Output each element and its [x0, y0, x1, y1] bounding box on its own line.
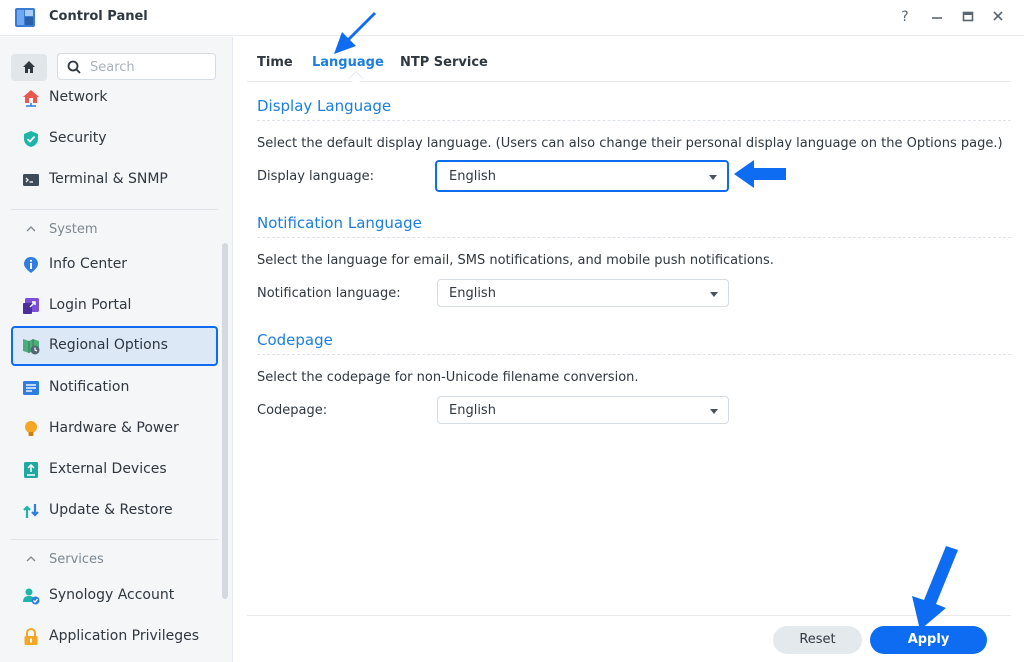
info-icon — [24, 257, 38, 273]
sidebar-item-login-portal[interactable]: Login Portal — [11, 286, 218, 326]
maximize-icon[interactable] — [959, 8, 977, 26]
display-language-label: Display language: — [257, 169, 374, 184]
section-divider — [257, 237, 1011, 238]
sidebar-item-label: Notification — [49, 379, 130, 395]
sidebar-item-synology-account[interactable]: Synology Account — [11, 576, 218, 616]
codepage-select[interactable]: English — [437, 396, 729, 424]
sidebar-item-regional-options[interactable]: Regional Options — [11, 326, 218, 366]
sidebar-item-network[interactable]: Network — [11, 78, 218, 118]
sidebar-item-label: Terminal & SNMP — [49, 171, 168, 187]
codepage-value: English — [449, 403, 496, 418]
section-divider — [257, 354, 1011, 355]
display-language-select[interactable]: English — [435, 160, 729, 192]
sidebar-item-label: Synology Account — [49, 587, 175, 603]
help-icon[interactable]: ? — [896, 8, 914, 26]
sidebar-item-label: Application Privileges — [49, 628, 199, 644]
account-icon — [23, 588, 40, 605]
sidebar: Network Security Terminal & SNMP System … — [0, 37, 233, 662]
annotation-arrow-icon — [912, 546, 958, 630]
sidebar-item-update-restore[interactable]: Update & Restore — [11, 491, 218, 531]
chevron-up-icon — [26, 556, 36, 562]
external-device-icon — [24, 462, 38, 478]
login-portal-icon — [23, 298, 39, 314]
title-bar: Control Panel ? — [0, 0, 1024, 36]
search-field[interactable] — [57, 53, 216, 80]
update-restore-icon — [23, 504, 39, 518]
sidebar-item-label: Security — [49, 130, 107, 146]
chevron-up-icon — [26, 226, 36, 232]
annotation-arrow-icon — [334, 12, 376, 54]
notification-icon — [23, 381, 39, 395]
dropdown-caret-icon — [710, 292, 718, 297]
section-title-display-language: Display Language — [257, 97, 392, 115]
minimize-icon[interactable] — [928, 8, 946, 26]
notification-language-select[interactable]: English — [437, 279, 729, 307]
sidebar-item-terminal-snmp[interactable]: Terminal & SNMP — [11, 160, 218, 200]
terminal-icon — [23, 174, 39, 186]
lightbulb-icon — [25, 421, 37, 436]
home-icon — [23, 61, 35, 73]
sidebar-item-notification[interactable]: Notification — [11, 368, 218, 408]
close-icon[interactable] — [989, 8, 1007, 26]
footer-divider — [247, 615, 1011, 616]
group-header-services[interactable]: Services — [11, 539, 218, 569]
sidebar-item-hardware-power[interactable]: Hardware & Power — [11, 409, 218, 449]
search-icon — [67, 60, 81, 74]
sidebar-scrollbar[interactable] — [222, 243, 228, 599]
notification-language-value: English — [449, 286, 496, 301]
sidebar-item-info-center[interactable]: Info Center — [11, 245, 218, 285]
group-header-system[interactable]: System — [11, 209, 218, 239]
lock-icon — [24, 628, 38, 645]
annotation-arrow-icon — [734, 160, 786, 188]
codepage-label: Codepage: — [257, 403, 328, 418]
sidebar-item-label: Network — [49, 89, 108, 105]
home-button[interactable] — [11, 54, 47, 81]
display-language-description: Select the default display language. (Us… — [257, 136, 1003, 151]
tab-time[interactable]: Time — [257, 55, 293, 70]
control-panel-app-icon — [15, 8, 35, 27]
section-title-codepage: Codepage — [257, 331, 333, 349]
shield-check-icon — [24, 131, 38, 147]
dropdown-caret-icon — [709, 175, 717, 180]
group-label: Services — [49, 552, 104, 567]
reset-button[interactable]: Reset — [773, 626, 862, 654]
tab-ntp-service[interactable]: NTP Service — [400, 55, 488, 70]
active-tab-indicator — [348, 70, 364, 86]
sidebar-item-application-privileges[interactable]: Application Privileges — [11, 617, 218, 657]
sidebar-item-label: Info Center — [49, 256, 128, 272]
sidebar-item-label: Regional Options — [49, 337, 168, 353]
codepage-description: Select the codepage for non-Unicode file… — [257, 370, 639, 385]
group-label: System — [49, 222, 98, 237]
sidebar-item-label: Login Portal — [49, 297, 132, 313]
regional-options-icon — [23, 339, 40, 355]
window-title: Control Panel — [49, 9, 148, 24]
section-title-notification-language: Notification Language — [257, 214, 422, 232]
notification-language-description: Select the language for email, SMS notif… — [257, 253, 774, 268]
sidebar-item-security[interactable]: Security — [11, 119, 218, 159]
sidebar-item-label: External Devices — [49, 461, 167, 477]
sidebar-item-external-devices[interactable]: External Devices — [11, 450, 218, 490]
sidebar-item-label: Hardware & Power — [49, 420, 179, 436]
network-house-icon — [23, 90, 39, 107]
notification-language-label: Notification language: — [257, 286, 401, 301]
sidebar-item-label: Update & Restore — [49, 502, 173, 518]
display-language-value: English — [449, 169, 496, 184]
search-input[interactable] — [90, 58, 210, 76]
section-divider — [257, 120, 1011, 121]
dropdown-caret-icon — [710, 409, 718, 414]
